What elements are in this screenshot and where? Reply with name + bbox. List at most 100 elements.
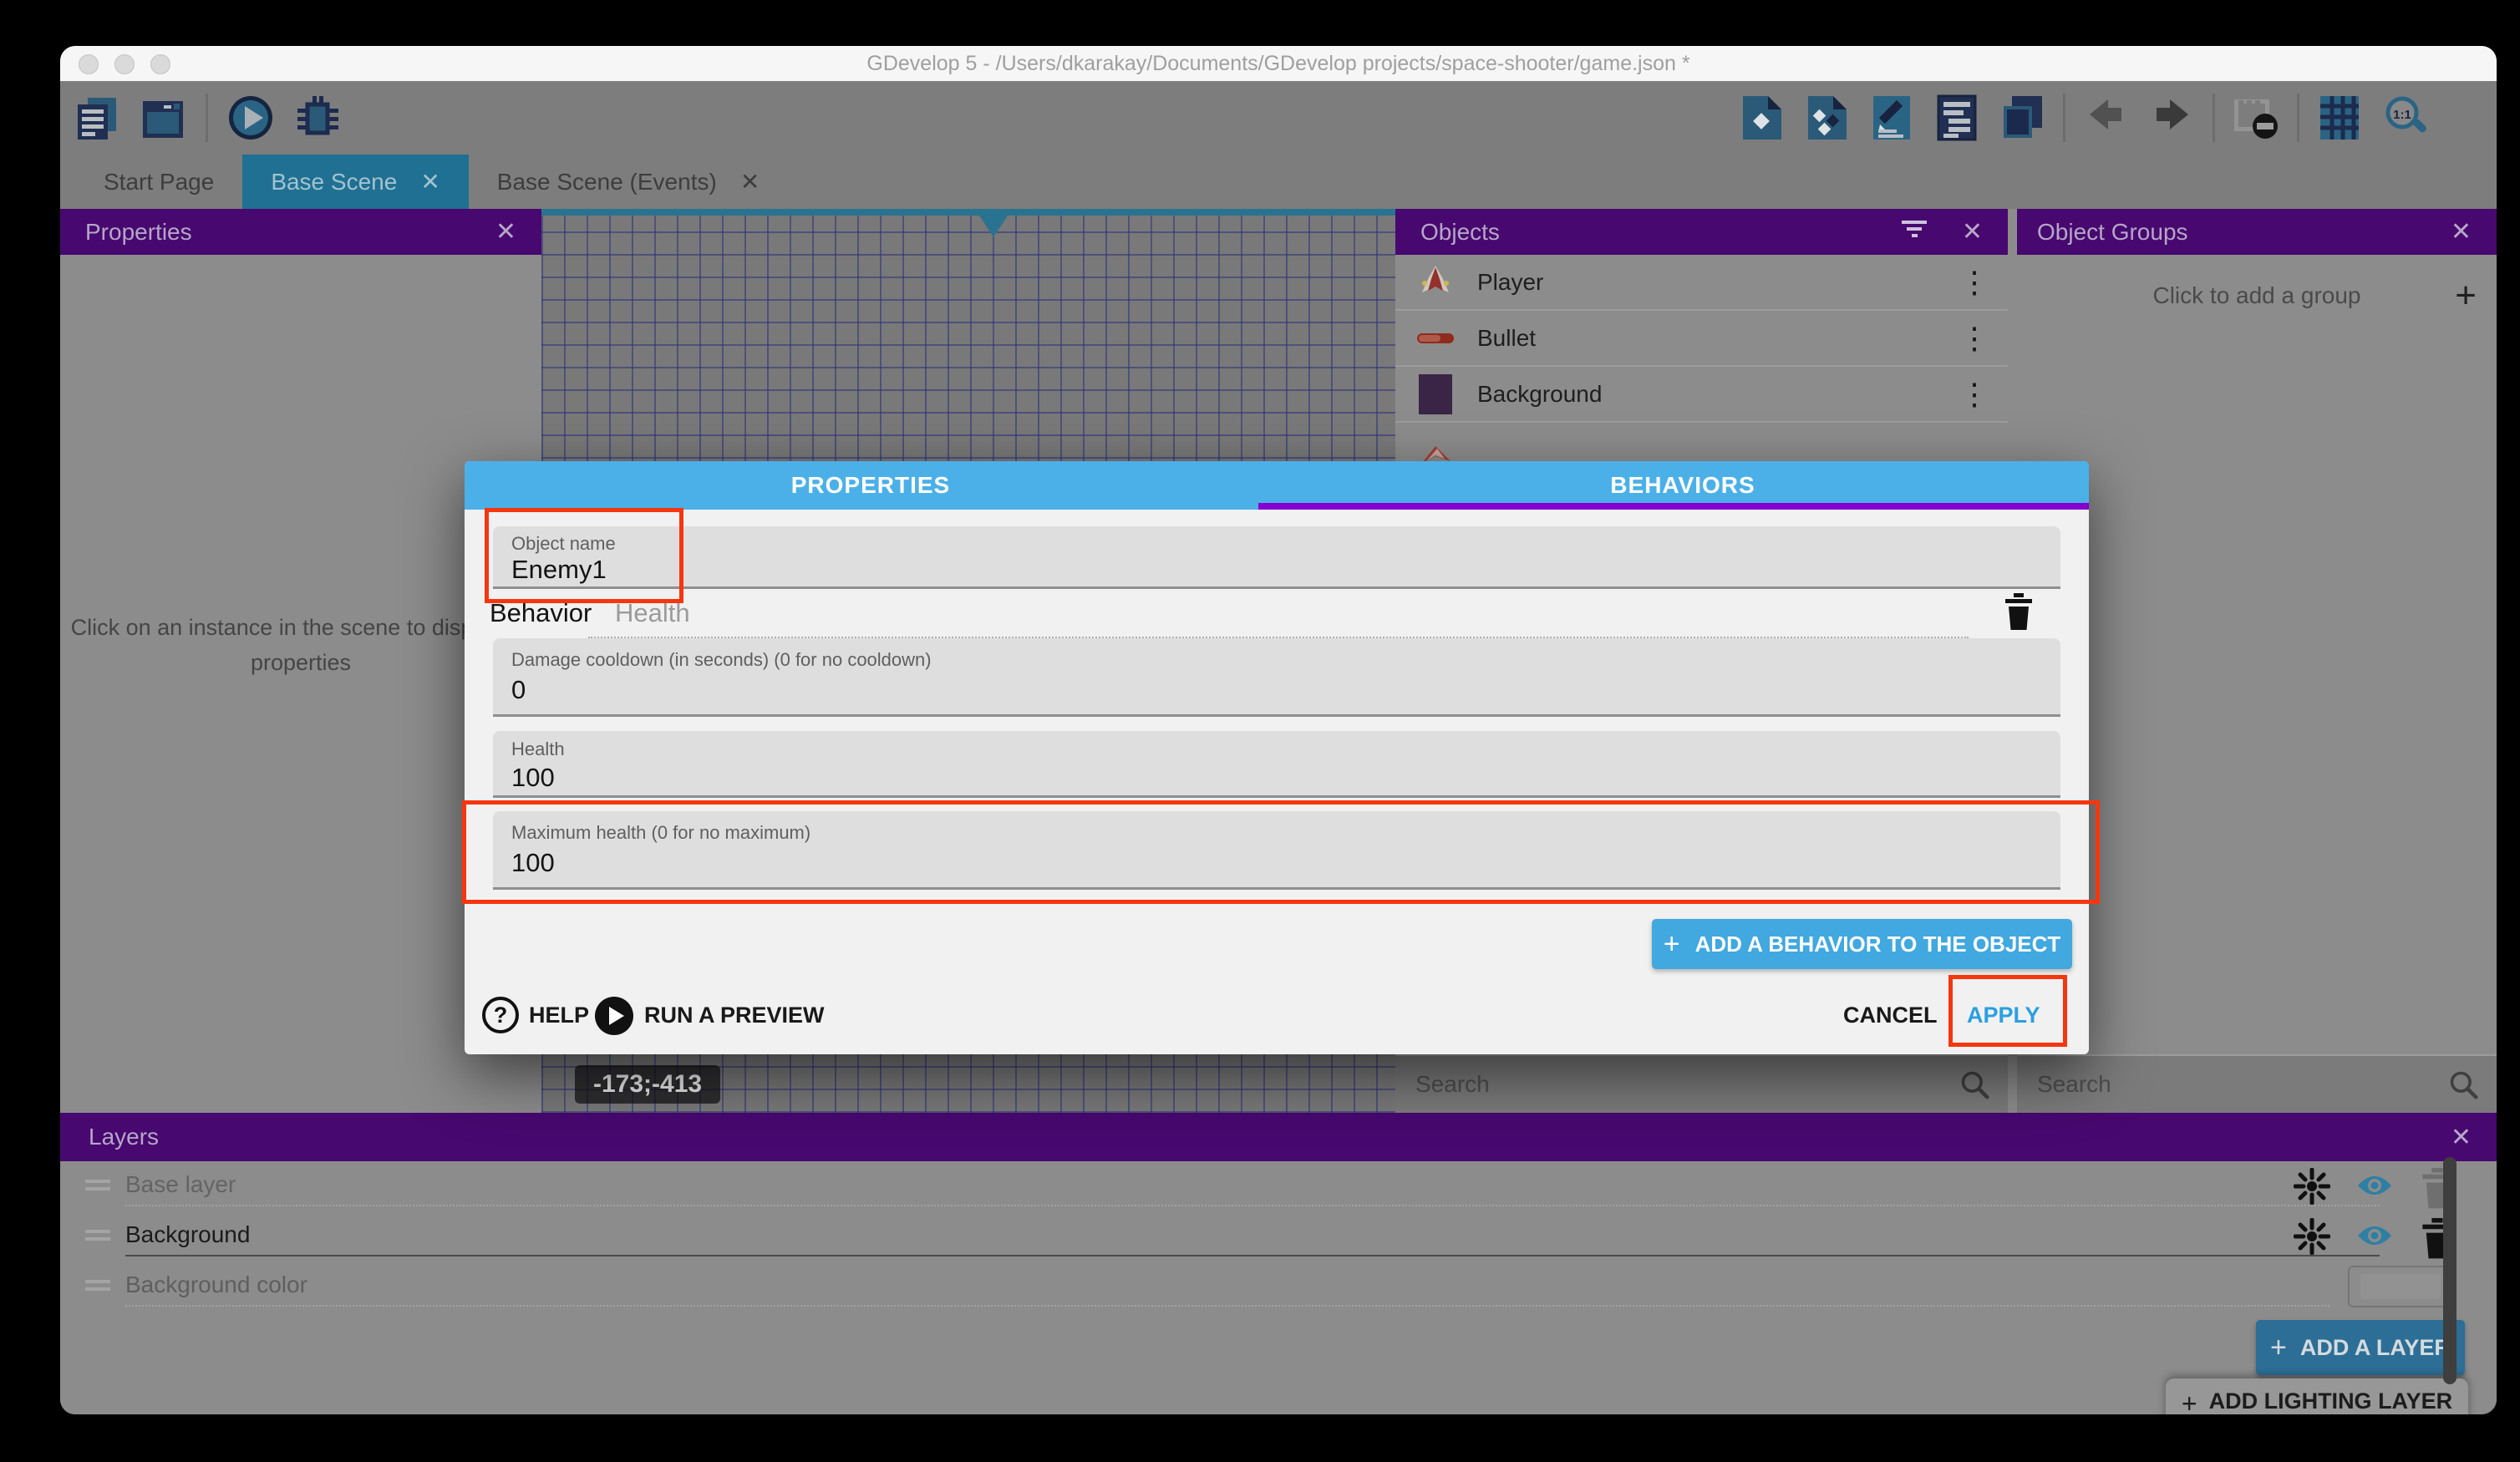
effects-icon[interactable] (2294, 1218, 2330, 1255)
field-value[interactable]: 0 (511, 675, 526, 705)
tab-properties[interactable]: PROPERTIES (465, 461, 1277, 510)
delete-behavior-trash-icon[interactable] (2002, 593, 2039, 637)
health-field[interactable]: Health 100 (493, 731, 2060, 798)
toolbar-separator (2213, 94, 2215, 142)
objects-panel-icon[interactable] (1737, 94, 1786, 142)
run-preview-icon[interactable] (595, 997, 633, 1035)
play-preview-icon[interactable] (226, 94, 275, 142)
objects-search-input[interactable] (1414, 1070, 1959, 1099)
add-layer-button[interactable]: + ADD A LAYER (2256, 1320, 2465, 1375)
add-lighting-layer-label: ADD LIGHTING LAYER (2209, 1388, 2453, 1414)
cancel-button[interactable]: CANCEL (1843, 1003, 1938, 1028)
background-color-swatch[interactable] (2348, 1266, 2453, 1307)
edit-scene-icon[interactable] (1867, 94, 1916, 142)
layer-row-base[interactable]: Base layer (60, 1161, 2497, 1211)
close-tab-icon[interactable]: ✕ (740, 168, 760, 195)
layers-panel: Layers ✕ Base layer Background (60, 1113, 2497, 1414)
bullet-icon (1412, 315, 1459, 362)
visibility-eye-icon[interactable] (2356, 1223, 2393, 1260)
groups-search-row (2017, 1054, 2497, 1113)
main-toolbar: 1:1 (60, 81, 2497, 155)
damage-cooldown-field[interactable]: Damage cooldown (in seconds) (0 for no c… (493, 638, 2060, 717)
close-panel-icon[interactable]: ✕ (1962, 217, 1983, 246)
search-icon (1959, 1069, 1989, 1099)
object-row-partial[interactable] (1395, 423, 2008, 466)
dialog-footer: ? HELP RUN A PREVIEW CANCEL APPLY (465, 990, 2089, 1045)
object-name: Background (1477, 381, 1602, 408)
close-panel-icon[interactable]: ✕ (495, 217, 516, 246)
field-label: Damage cooldown (in seconds) (0 for no c… (511, 649, 932, 671)
debug-icon[interactable] (293, 94, 342, 142)
drag-handle-icon[interactable] (85, 1230, 110, 1243)
active-tab-indicator (1258, 503, 2089, 510)
mask-toggle-icon[interactable] (2232, 94, 2280, 142)
zoom-1-1-icon[interactable]: 1:1 (2381, 94, 2430, 142)
run-preview-button[interactable]: RUN A PREVIEW (644, 1003, 825, 1028)
title-bar: GDevelop 5 - /Users/dkarakay/Documents/G… (60, 46, 2497, 81)
tab-base-scene[interactable]: Base Scene ✕ (242, 155, 468, 209)
panel-title: Objects (1420, 219, 1500, 246)
add-group-message: Click to add a group (2017, 282, 2497, 309)
svg-text:1:1: 1:1 (2393, 108, 2411, 122)
field-value[interactable]: 100 (511, 763, 555, 793)
add-behavior-button[interactable]: + ADD A BEHAVIOR TO THE OBJECT (1652, 919, 2072, 969)
effects-icon[interactable] (2294, 1168, 2330, 1205)
drag-handle-icon[interactable] (85, 1180, 110, 1193)
plus-icon: + (1664, 928, 1680, 961)
visibility-eye-icon[interactable] (2356, 1173, 2393, 1210)
scene-window-icon[interactable] (139, 94, 187, 142)
selection-marker-icon (979, 216, 1008, 237)
filter-icon[interactable] (1898, 217, 1932, 246)
project-manager-icon[interactable] (72, 94, 120, 142)
layer-divider (125, 1305, 2329, 1307)
layer-divider (125, 1255, 2380, 1256)
tab-base-scene-events[interactable]: Base Scene (Events) ✕ (469, 155, 789, 209)
tab-start-page[interactable]: Start Page (75, 155, 242, 209)
help-icon[interactable]: ? (482, 997, 519, 1033)
tab-label: Base Scene (271, 169, 397, 195)
redo-icon[interactable] (2147, 94, 2196, 142)
object-name: Bullet (1477, 325, 1536, 352)
close-tab-icon[interactable]: ✕ (420, 168, 439, 195)
tab-label: Base Scene (Events) (497, 169, 717, 195)
instances-list-icon[interactable] (1933, 94, 1981, 142)
groups-search-input[interactable] (2035, 1070, 2448, 1099)
grid-toggle-icon[interactable] (2316, 94, 2365, 142)
object-groups-icon[interactable] (1802, 94, 1851, 142)
player-ship-icon (1412, 259, 1459, 306)
object-row-bullet[interactable]: Bullet ⋮ (1395, 311, 2008, 367)
object-menu-icon[interactable]: ⋮ (1959, 321, 1989, 356)
undo-icon[interactable] (2082, 94, 2131, 142)
object-name-field[interactable]: Object name Enemy1 (493, 526, 2060, 589)
close-panel-icon[interactable]: ✕ (2451, 1123, 2472, 1152)
close-panel-icon[interactable]: ✕ (2451, 217, 2472, 246)
layer-name[interactable]: Background (125, 1221, 250, 1248)
help-button[interactable]: HELP (529, 1003, 589, 1028)
object-name: Player (1477, 269, 1543, 296)
layer-row-background[interactable]: Background (60, 1211, 2497, 1261)
object-menu-icon[interactable]: ⋮ (1959, 377, 1989, 412)
layer-row-background-color[interactable]: Background color (60, 1261, 2497, 1312)
toolbar-separator (2063, 94, 2065, 142)
cursor-coordinates: -173;-413 (575, 1065, 720, 1104)
object-row-background[interactable]: Background ⋮ (1395, 367, 2008, 423)
add-group-plus-icon[interactable]: + (2455, 275, 2477, 317)
add-layer-label: ADD A LAYER (2300, 1335, 2451, 1361)
behaviors-dialog: PROPERTIES BEHAVIORS Object name Enemy1 … (465, 461, 2089, 1054)
layers-copy-icon[interactable] (1998, 94, 2046, 142)
properties-panel-header: Properties ✕ (60, 209, 541, 255)
layer-name[interactable]: Base layer (125, 1171, 236, 1198)
annotation-object-name (485, 508, 683, 603)
add-lighting-layer-button[interactable]: + ADD LIGHTING LAYER (2166, 1378, 2468, 1414)
annotation-maximum-health (462, 800, 2100, 904)
objects-panel-header: Objects ✕ (1395, 209, 2008, 255)
background-swatch-icon (1412, 371, 1459, 418)
editor-tab-bar: Start Page Base Scene ✕ Base Scene (Even… (60, 155, 2497, 209)
object-row-player[interactable]: Player ⋮ (1395, 255, 2008, 311)
layer-name: Background color (125, 1272, 307, 1298)
add-group-row[interactable]: Click to add a group + (2017, 270, 2497, 322)
drag-handle-icon[interactable] (85, 1280, 110, 1293)
behavior-header-row: Behavior Health (490, 593, 2060, 640)
object-menu-icon[interactable]: ⋮ (1959, 265, 1989, 300)
scrollbar-thumb[interactable] (2443, 1157, 2456, 1384)
